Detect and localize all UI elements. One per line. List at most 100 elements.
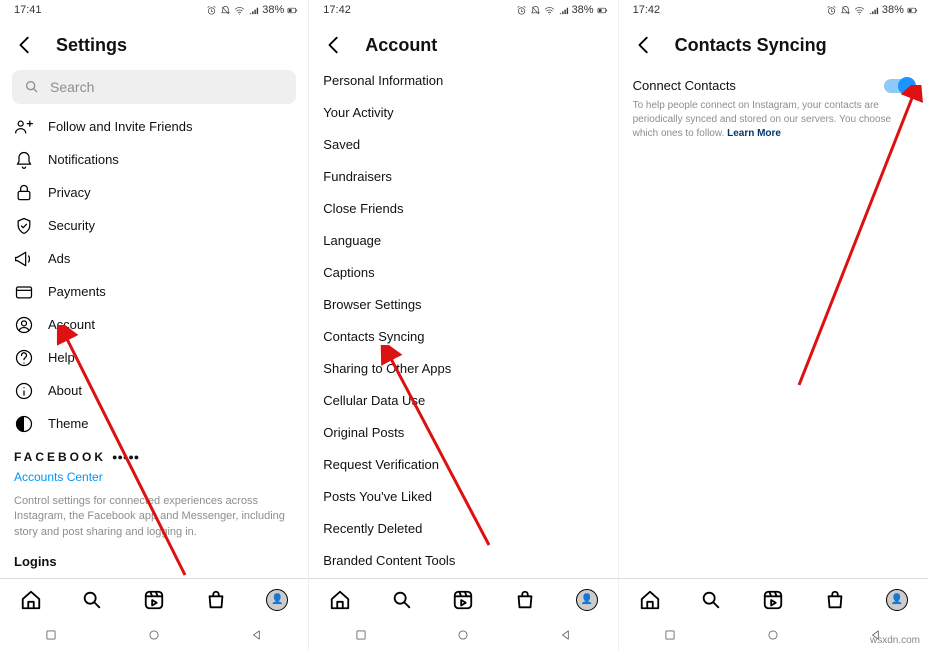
item-label: Saved bbox=[323, 137, 360, 152]
contacts-syncing-screen: 17:42 38% Contacts Syncing Connect Conta… bbox=[619, 0, 928, 650]
sys-home-icon[interactable] bbox=[147, 628, 161, 642]
nav-shop-icon[interactable] bbox=[514, 589, 536, 611]
accounts-center-link[interactable]: Accounts Center bbox=[14, 470, 294, 484]
signal-icon bbox=[868, 5, 879, 16]
item-notifications[interactable]: Notifications bbox=[14, 143, 294, 176]
sys-back-icon[interactable] bbox=[559, 628, 573, 642]
item-label: Security bbox=[48, 218, 95, 233]
item-label: Posts You've Liked bbox=[323, 489, 432, 504]
back-icon[interactable] bbox=[633, 34, 655, 56]
item-privacy[interactable]: Privacy bbox=[14, 176, 294, 209]
sys-home-icon[interactable] bbox=[766, 628, 780, 642]
bell-off-icon bbox=[530, 5, 541, 16]
account-item[interactable]: Cellular Data Use bbox=[323, 384, 603, 416]
accounts-center-desc: Control settings for connected experienc… bbox=[14, 494, 294, 540]
sys-recent-icon[interactable] bbox=[354, 628, 368, 642]
item-label: Captions bbox=[323, 265, 374, 280]
account-item[interactable]: Original Posts bbox=[323, 416, 603, 448]
item-help[interactable]: Help bbox=[14, 341, 294, 374]
item-label: Payments bbox=[48, 284, 106, 299]
lock-icon bbox=[14, 183, 34, 203]
item-theme[interactable]: Theme bbox=[14, 407, 294, 440]
account-item[interactable]: Recently Deleted bbox=[323, 512, 603, 544]
account-list: Personal Information Your Activity Saved Fu… bbox=[309, 64, 617, 578]
item-label: Request Verification bbox=[323, 457, 439, 472]
connect-contacts-toggle[interactable] bbox=[884, 79, 914, 93]
item-label: Branded Content Tools bbox=[323, 553, 455, 568]
info-icon bbox=[14, 381, 34, 401]
item-label: Recently Deleted bbox=[323, 521, 422, 536]
nav-shop-icon[interactable] bbox=[205, 589, 227, 611]
megaphone-icon bbox=[14, 249, 34, 269]
back-icon[interactable] bbox=[323, 34, 345, 56]
sys-recent-icon[interactable] bbox=[44, 628, 58, 642]
sys-home-icon[interactable] bbox=[456, 628, 470, 642]
page-title: Contacts Syncing bbox=[675, 35, 827, 56]
item-label: Fundraisers bbox=[323, 169, 392, 184]
back-icon[interactable] bbox=[14, 34, 36, 56]
account-item[interactable]: Language bbox=[323, 224, 603, 256]
item-label: Personal Information bbox=[323, 73, 443, 88]
signal-icon bbox=[558, 5, 569, 16]
nav-shop-icon[interactable] bbox=[824, 589, 846, 611]
nav-reels-icon[interactable] bbox=[452, 589, 474, 611]
account-item[interactable]: Captions bbox=[323, 256, 603, 288]
sys-recent-icon[interactable] bbox=[663, 628, 677, 642]
nav-search-icon[interactable] bbox=[391, 589, 413, 611]
item-security[interactable]: Security bbox=[14, 209, 294, 242]
account-item[interactable]: Posts You've Liked bbox=[323, 480, 603, 512]
item-label: Cellular Data Use bbox=[323, 393, 425, 408]
account-item[interactable]: Saved bbox=[323, 128, 603, 160]
wifi-icon bbox=[854, 5, 865, 16]
account-item[interactable]: Your Activity bbox=[323, 96, 603, 128]
nav-search-icon[interactable] bbox=[700, 589, 722, 611]
theme-icon bbox=[14, 414, 34, 434]
nav-reels-icon[interactable] bbox=[143, 589, 165, 611]
nav-avatar[interactable]: 👤 bbox=[886, 589, 908, 611]
nav-home-icon[interactable] bbox=[20, 589, 42, 611]
account-item[interactable]: Contacts Syncing bbox=[323, 320, 603, 352]
nav-search-icon[interactable] bbox=[81, 589, 103, 611]
alarm-icon bbox=[826, 5, 837, 16]
bell-icon bbox=[14, 150, 34, 170]
bell-off-icon bbox=[840, 5, 851, 16]
shield-icon bbox=[14, 216, 34, 236]
account-item[interactable]: Browser Settings bbox=[323, 288, 603, 320]
brand-icons: ●●●●● bbox=[112, 452, 139, 462]
item-label: Contacts Syncing bbox=[323, 329, 424, 344]
account-item[interactable]: Sharing to Other Apps bbox=[323, 352, 603, 384]
nav-reels-icon[interactable] bbox=[762, 589, 784, 611]
item-label: About bbox=[48, 383, 82, 398]
item-account[interactable]: Account bbox=[14, 308, 294, 341]
search-placeholder: Search bbox=[50, 79, 94, 95]
nav-home-icon[interactable] bbox=[639, 589, 661, 611]
page-title: Settings bbox=[56, 35, 127, 56]
system-nav bbox=[309, 620, 617, 650]
search-input[interactable]: Search bbox=[12, 70, 296, 104]
item-payments[interactable]: Payments bbox=[14, 275, 294, 308]
item-invite[interactable]: Follow and Invite Friends bbox=[14, 110, 294, 143]
battery-icon bbox=[287, 5, 298, 16]
item-about[interactable]: About bbox=[14, 374, 294, 407]
account-item[interactable]: Personal Information bbox=[323, 64, 603, 96]
account-item[interactable]: Request Verification bbox=[323, 448, 603, 480]
nav-avatar[interactable]: 👤 bbox=[576, 589, 598, 611]
header: Account bbox=[309, 20, 617, 64]
sys-back-icon[interactable] bbox=[250, 628, 264, 642]
search-icon bbox=[24, 79, 40, 95]
logins-heading: Logins bbox=[14, 554, 294, 569]
nav-home-icon[interactable] bbox=[329, 589, 351, 611]
item-label: Close Friends bbox=[323, 201, 403, 216]
nav-avatar[interactable]: 👤 bbox=[266, 589, 288, 611]
account-item[interactable]: Close Friends bbox=[323, 192, 603, 224]
battery-pct: 38% bbox=[882, 4, 904, 16]
learn-more-link[interactable]: Learn More bbox=[727, 128, 781, 139]
account-item[interactable]: Branded Content Tools bbox=[323, 544, 603, 576]
item-label: Sharing to Other Apps bbox=[323, 361, 451, 376]
item-ads[interactable]: Ads bbox=[14, 242, 294, 275]
account-item[interactable]: Fundraisers bbox=[323, 160, 603, 192]
bottom-nav: 👤 bbox=[309, 578, 617, 620]
item-label: Original Posts bbox=[323, 425, 404, 440]
item-label: Theme bbox=[48, 416, 88, 431]
alarm-icon bbox=[516, 5, 527, 16]
